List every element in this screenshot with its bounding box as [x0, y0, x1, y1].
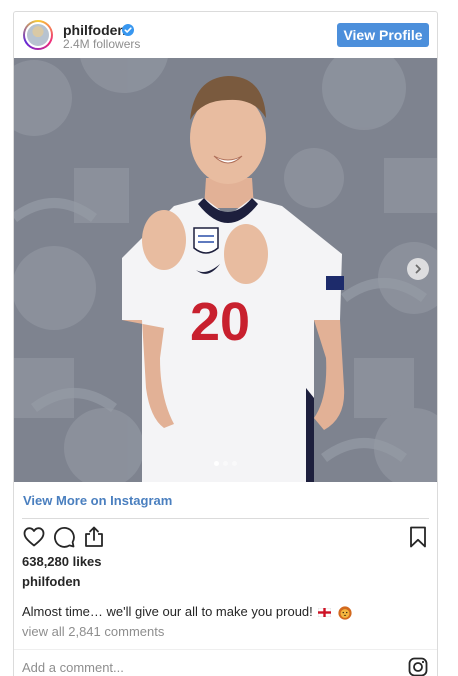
view-profile-button[interactable]: View Profile [337, 23, 429, 47]
view-all-comments-link[interactable]: view all 2,841 comments [22, 624, 164, 639]
post-caption: Almost time… we'll give our all to make … [22, 604, 352, 620]
carousel-dot [232, 461, 237, 466]
carousel-dot [214, 461, 219, 466]
follower-count: 2.4M followers [63, 37, 141, 51]
bookmark-icon[interactable] [406, 525, 430, 549]
view-more-link[interactable]: View More on Instagram [23, 493, 172, 508]
verified-badge-icon [122, 24, 134, 36]
shirt-number: 20 [190, 292, 250, 352]
comment-icon[interactable] [52, 525, 76, 549]
post-image: 20 [14, 58, 437, 482]
carousel-indicator [14, 461, 437, 466]
post-photo[interactable]: 20 [14, 58, 437, 482]
lion-face-icon [338, 605, 352, 620]
comment-input[interactable] [22, 658, 402, 676]
instagram-embed-card: philfoden 2.4M followers View Profile 20… [13, 11, 438, 676]
post-owner-username[interactable]: philfoden [22, 574, 81, 589]
like-count[interactable]: 638,280 likes [22, 554, 102, 569]
instagram-icon[interactable] [408, 657, 428, 676]
england-flag-icon [318, 608, 332, 618]
carousel-dot [223, 461, 228, 466]
divider [14, 649, 437, 650]
profile-username[interactable]: philfoden [63, 22, 126, 38]
avatar[interactable] [23, 20, 53, 50]
post-header: philfoden 2.4M followers View Profile [14, 12, 437, 58]
caption-text: Almost time… we'll give our all to make … [22, 604, 313, 619]
divider [22, 518, 429, 519]
heart-icon[interactable] [22, 525, 46, 549]
share-icon[interactable] [82, 525, 106, 549]
chevron-right-icon [415, 264, 421, 274]
next-slide-button[interactable] [407, 258, 429, 280]
